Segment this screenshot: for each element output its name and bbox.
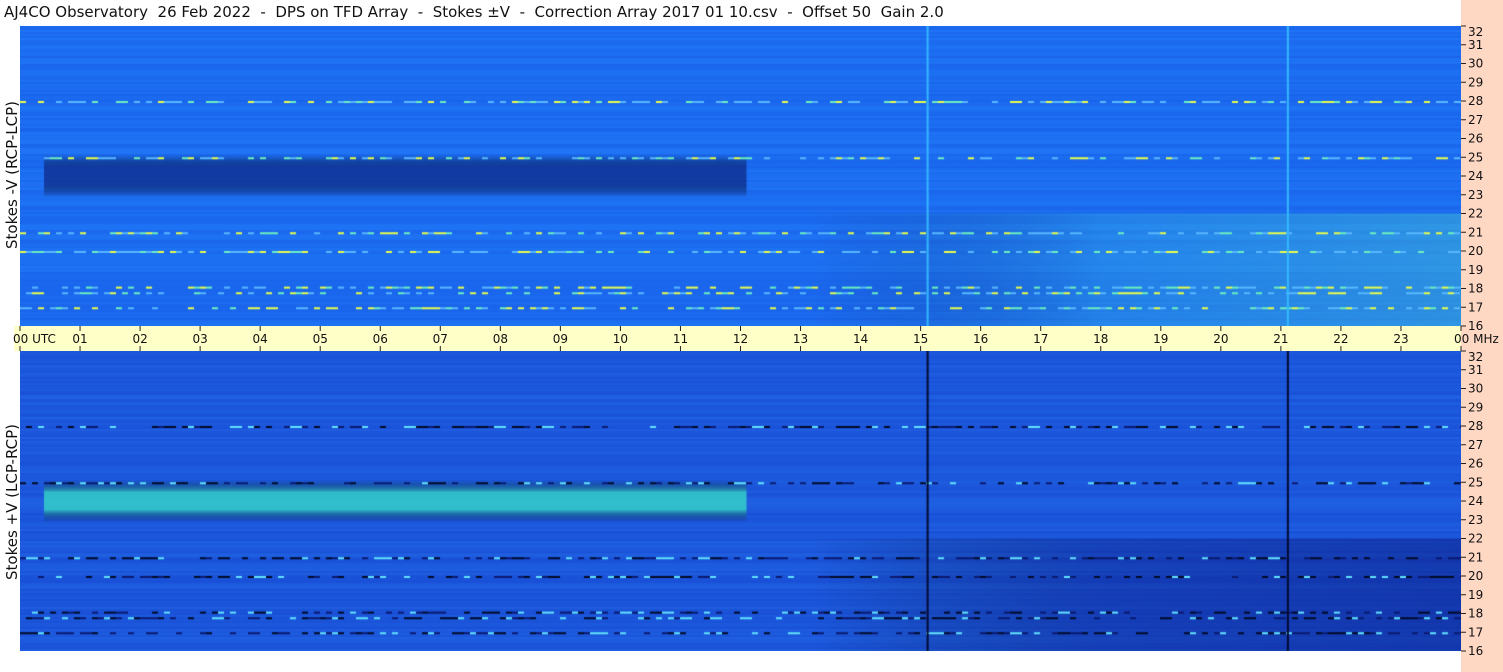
y-tick-label: 22 (1468, 532, 1483, 546)
y-tick-label: 30 (1468, 57, 1483, 71)
x-tick-label: 07 (433, 332, 448, 346)
x-tick-label: 00 MHz (1454, 332, 1499, 346)
y-tick-label: 20 (1468, 244, 1483, 258)
y-tick-label: 27 (1468, 113, 1483, 127)
x-tick-label: 10 (613, 332, 628, 346)
y-tick-label: 24 (1468, 494, 1483, 508)
y-axis-label-top: Stokes -V (RCP-LCP) (3, 101, 21, 249)
x-tick-label: 20 (1213, 332, 1228, 346)
x-tick-label: 17 (1033, 332, 1048, 346)
x-tick-label: 13 (793, 332, 808, 346)
y-axis-label-bottom: Stokes +V (LCP-RCP) (3, 424, 21, 580)
x-tick-label: 18 (1093, 332, 1108, 346)
x-tick-label: 03 (192, 332, 207, 346)
y-tick-label: 29 (1468, 75, 1483, 89)
y-tick-label: 28 (1468, 419, 1483, 433)
x-tick-label: 16 (973, 332, 988, 346)
y-tick-label: 26 (1468, 132, 1483, 146)
x-tick-label: 06 (373, 332, 388, 346)
y-tick-label: 17 (1468, 625, 1483, 639)
y-tick-label: 21 (1468, 225, 1483, 239)
y-tick-label: 24 (1468, 169, 1483, 183)
y-tick-label: 19 (1468, 263, 1483, 277)
x-tick-label: 00 UTC (13, 332, 56, 346)
y-tick-label: 31 (1468, 363, 1483, 377)
x-tick-label: 22 (1333, 332, 1348, 346)
y-tick-label: 28 (1468, 94, 1483, 108)
y-tick-label: 17 (1468, 300, 1483, 314)
chart-title: AJ4CO Observatory 26 Feb 2022 - DPS on T… (4, 3, 944, 21)
y-tick-label: 27 (1468, 438, 1483, 452)
y-tick-label: 20 (1468, 569, 1483, 583)
y-tick-label: 31 (1468, 38, 1483, 52)
x-tick-label: 08 (493, 332, 508, 346)
x-tick-label: 01 (72, 332, 87, 346)
y-tick-label: 32 (1468, 350, 1483, 364)
x-tick-label: 19 (1153, 332, 1168, 346)
x-tick-label: 04 (253, 332, 268, 346)
x-tick-label: 09 (553, 332, 568, 346)
y-tick-label: 29 (1468, 400, 1483, 414)
y-tick-label: 32 (1468, 25, 1483, 39)
y-tick-label: 19 (1468, 588, 1483, 602)
x-tick-label: 23 (1393, 332, 1408, 346)
y-tick-label: 16 (1468, 319, 1483, 333)
y-tick-label: 21 (1468, 550, 1483, 564)
x-tick-label: 14 (853, 332, 868, 346)
y-tick-label: 18 (1468, 282, 1483, 296)
y-tick-label: 26 (1468, 457, 1483, 471)
x-tick-label: 15 (913, 332, 928, 346)
x-tick-label: 11 (673, 332, 688, 346)
x-tick-label: 21 (1273, 332, 1288, 346)
y-tick-label: 30 (1468, 382, 1483, 396)
y-tick-label: 18 (1468, 607, 1483, 621)
y-tick-label: 25 (1468, 475, 1483, 489)
y-tick-label: 16 (1468, 644, 1483, 658)
x-tick-label: 12 (733, 332, 748, 346)
x-tick-label: 02 (132, 332, 147, 346)
chart-axes: 1617181920212223242526272829303132161718… (13, 25, 1499, 658)
y-tick-label: 23 (1468, 188, 1483, 202)
x-tick-label: 05 (313, 332, 328, 346)
y-tick-label: 23 (1468, 513, 1483, 527)
y-tick-label: 22 (1468, 207, 1483, 221)
y-tick-label: 25 (1468, 150, 1483, 164)
